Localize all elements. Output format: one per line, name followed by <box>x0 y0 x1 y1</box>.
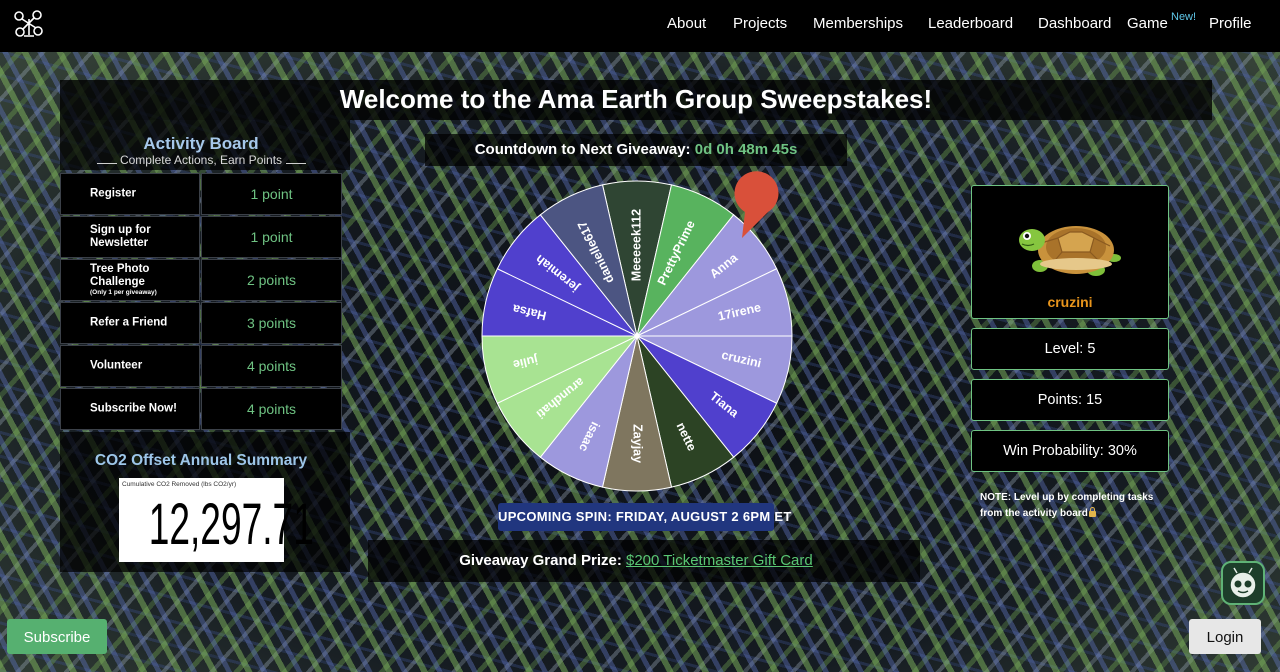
profile-card: cruzini <box>971 185 1169 319</box>
nav-projects[interactable]: Projects <box>733 15 787 32</box>
activity-row[interactable]: Volunteer 4 points <box>60 345 342 388</box>
nav-about[interactable]: About <box>667 15 706 32</box>
activity-task-cell: Volunteer <box>60 345 200 387</box>
grand-prize: Giveaway Grand Prize: $200 Ticketmaster … <box>400 552 872 569</box>
activity-row[interactable]: Tree Photo Challenge (Only 1 per giveawa… <box>60 259 342 302</box>
robot-assistant-icon[interactable] <box>1221 561 1265 605</box>
activity-row[interactable]: Refer a Friend 3 points <box>60 302 342 345</box>
activity-board-subtitle: Complete Actions, Earn Points <box>119 153 283 167</box>
activity-task-cell: Tree Photo Challenge (Only 1 per giveawa… <box>60 259 200 301</box>
nav-dashboard[interactable]: Dashboard <box>1038 15 1111 32</box>
prize-wheel[interactable]: Meeeeek112 PrettyPrime Anna17irenecruziniT… <box>470 170 804 504</box>
new-badge: New! <box>1171 11 1197 23</box>
activity-task: Register <box>90 187 137 200</box>
lock-icon <box>1088 507 1096 517</box>
activity-task-wrap: Tree Photo Challenge (Only 1 per giveawa… <box>90 263 195 297</box>
page-title: Welcome to the Ama Earth Group Sweepstak… <box>339 84 933 114</box>
level-note-text: NOTE: Level up by completing tasks from … <box>980 492 1154 519</box>
grand-prize-link[interactable]: $200 Ticketmaster Gift Card <box>626 552 813 569</box>
username: cruzini <box>1047 294 1093 310</box>
subtitle-rule-left <box>97 163 117 164</box>
turtle-icon <box>1019 226 1121 276</box>
activity-task: Sign up for Newsletter <box>90 224 151 249</box>
wheel-segment-label: Meeeeek112 <box>629 209 643 281</box>
activity-row[interactable]: Sign up for Newsletter 1 point <box>60 216 342 259</box>
points-box: Points: 15 <box>971 379 1169 421</box>
nav-leaderboard[interactable]: Leaderboard <box>928 15 1013 32</box>
wheel-segment-label: Zayjay <box>631 424 645 463</box>
activity-row[interactable]: Register 1 point <box>60 173 342 216</box>
activity-task: Volunteer <box>90 359 143 372</box>
co2-title: CO2 Offset Annual Summary <box>94 452 308 469</box>
activity-points: 1 point <box>201 173 342 215</box>
subtitle-rule-right <box>286 163 306 164</box>
upcoming-spin-banner: UPCOMING SPIN: FRIDAY, AUGUST 2 6PM ET <box>498 503 791 531</box>
activity-task: Refer a Friend <box>90 316 168 329</box>
activity-task-cell: Register <box>60 173 200 215</box>
login-button[interactable]: Login <box>1189 619 1261 654</box>
countdown-value: 0d 0h 48m 45s <box>694 141 798 158</box>
co2-label: Cumulative CO2 Removed (lbs CO2/yr) <box>122 481 237 488</box>
countdown-label: Countdown to Next Giveaway: <box>474 141 691 158</box>
countdown: Countdown to Next Giveaway: 0d 0h 48m 45… <box>425 141 847 158</box>
navbar: About Projects Memberships Leaderboard D… <box>0 0 1280 52</box>
activity-points: 2 points <box>201 259 342 301</box>
activity-task: Tree Photo Challenge <box>90 263 150 288</box>
nav-game[interactable]: Game <box>1127 15 1168 32</box>
level-box: Level: 5 <box>971 328 1169 370</box>
activity-points: 1 point <box>201 216 342 258</box>
nav-memberships[interactable]: Memberships <box>813 15 903 32</box>
nav-profile[interactable]: Profile <box>1209 15 1252 32</box>
activity-task-note: (Only 1 per giveaway) <box>90 289 157 296</box>
activity-task-cell: Subscribe Now! <box>60 388 200 430</box>
activity-row[interactable]: Subscribe Now! 4 points <box>60 388 342 431</box>
activity-board-title: Activity Board <box>143 134 259 153</box>
drone-logo-icon[interactable] <box>12 9 46 39</box>
activity-points: 4 points <box>201 388 342 430</box>
activity-task: Subscribe Now! <box>90 402 177 415</box>
activity-task-cell: Sign up for Newsletter <box>60 216 200 258</box>
activity-task-cell: Refer a Friend <box>60 302 200 344</box>
win-probability-box: Win Probability: 30% <box>971 430 1169 472</box>
grand-prize-label: Giveaway Grand Prize: <box>459 552 622 569</box>
subscribe-button[interactable]: Subscribe <box>7 619 107 654</box>
level-note: NOTE: Level up by completing tasks from … <box>980 490 1160 522</box>
co2-value: 12,297.71 <box>148 492 314 557</box>
co2-card: Cumulative CO2 Removed (lbs CO2/yr) 12,2… <box>119 478 314 562</box>
activity-points: 3 points <box>201 302 342 344</box>
activity-points: 4 points <box>201 345 342 387</box>
